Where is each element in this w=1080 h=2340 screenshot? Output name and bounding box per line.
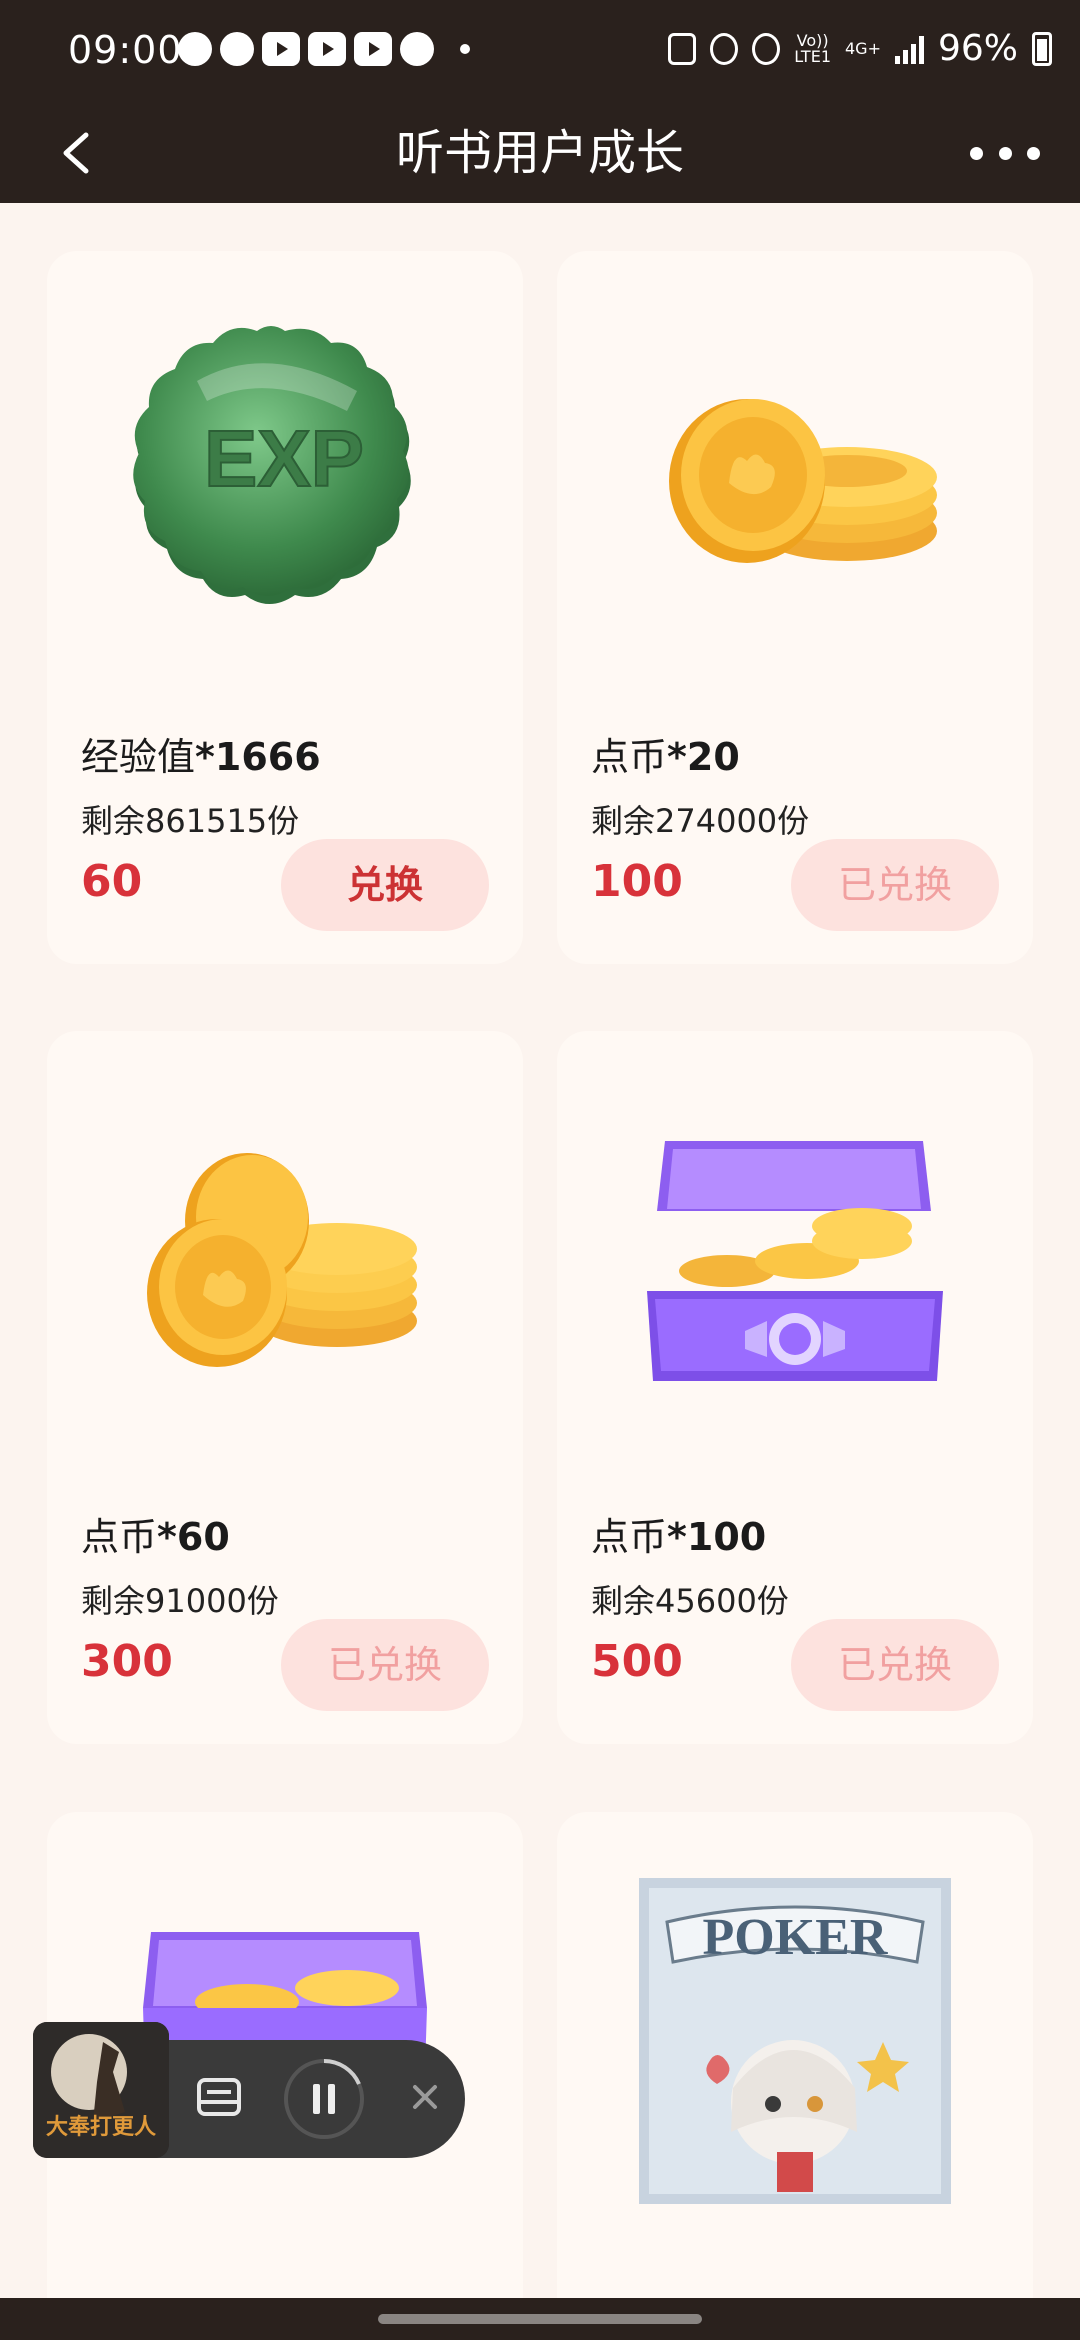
reward-quantity: *60 [157,1515,230,1559]
line-icon [400,32,434,66]
reward-card: EXP 经验值*1666 剩余861515份 60 兑换 [47,251,523,964]
reward-card: POKER [557,1812,1033,2340]
reward-quantity: *100 [667,1515,767,1559]
messenger-icon [178,32,212,66]
reward-quantity: *1666 [195,735,321,779]
reward-card: 点币*100 剩余45600份 500 已兑换 [557,1031,1033,1744]
reward-name-label: 经验值 [81,735,196,779]
poker-cards-image: POKER [639,1878,951,2204]
reward-name: 经验值*1666 [81,726,321,781]
recycle-icon [668,32,697,65]
alarm-icon [710,32,739,65]
coins-small-image [669,399,937,563]
network-4g-icon: 4G+ [845,38,881,58]
volte-icon: Vo)) LTE1 [794,32,831,66]
reward-name: 点币*60 [81,1506,230,1561]
youtube-icon [308,32,346,66]
coins-pile-image [147,1153,417,1367]
reward-remaining: 剩余274000份 [591,802,810,840]
redeem-button[interactable]: 兑换 [281,839,489,931]
redeemed-button[interactable]: 已兑换 [791,839,999,931]
battery-percent: 96% [937,28,1018,69]
youtube-icon [354,32,392,66]
system-icons: Vo)) LTE1 4G+ 96% [668,28,1052,69]
notification-icons [178,32,470,66]
book-cover-title: 大奉打更人 [46,2114,156,2140]
redeemed-button[interactable]: 已兑换 [791,1619,999,1711]
page-title: 听书用户成长 [395,125,684,181]
redeemed-button[interactable]: 已兑换 [281,1619,489,1711]
playlist-icon[interactable] [193,2070,245,2122]
reward-name-label: 点币 [81,1515,158,1559]
status-bar: 09:00 Vo)) LTE1 4G+ 96% [0,0,1080,103]
reward-name-label: 点币 [591,1515,668,1559]
mini-audio-player[interactable]: 大奉打更人 [33,2022,465,2158]
gesture-nav-bar [0,2298,1080,2340]
reward-remaining: 剩余861515份 [81,802,300,840]
lte-label: LTE1 [794,46,831,66]
treasure-chest-image [647,1141,943,1381]
reward-name-label: 点币 [591,735,668,779]
reward-remaining: 剩余91000份 [81,1582,279,1620]
battery-icon [1032,31,1052,66]
status-time: 09:00 [68,28,183,72]
close-icon[interactable] [405,2077,445,2117]
chat-icon [220,32,254,66]
reward-remaining: 剩余45600份 [591,1582,789,1620]
reward-quantity: *20 [667,735,740,779]
reward-name: 点币*20 [591,726,740,781]
reward-price: 500 [591,1636,683,1687]
reward-card: 点币*20 剩余274000份 100 已兑换 [557,251,1033,964]
more-notifications-icon [460,44,470,54]
exp-badge-image: EXP [133,326,411,604]
book-cover-art: 大奉打更人 [33,2022,169,2158]
top-navbar: 听书用户成长 [0,103,1080,203]
hotspot-icon [752,32,781,65]
reward-price: 100 [591,856,683,907]
pause-icon[interactable] [281,2056,367,2142]
book-cover[interactable]: 大奉打更人 [33,2022,169,2158]
poker-card-label: POKER [703,1909,889,1966]
reward-price: 60 [81,856,143,907]
exp-badge-label: EXP [204,414,364,503]
reward-price: 300 [81,1636,173,1687]
reward-card: 点币*60 剩余91000份 300 已兑换 [47,1031,523,1744]
more-options-icon[interactable] [970,135,1040,171]
reward-name: 点币*100 [591,1506,766,1561]
youtube-icon [262,32,300,66]
signal-icon [894,34,924,64]
home-handle[interactable] [378,2314,702,2324]
